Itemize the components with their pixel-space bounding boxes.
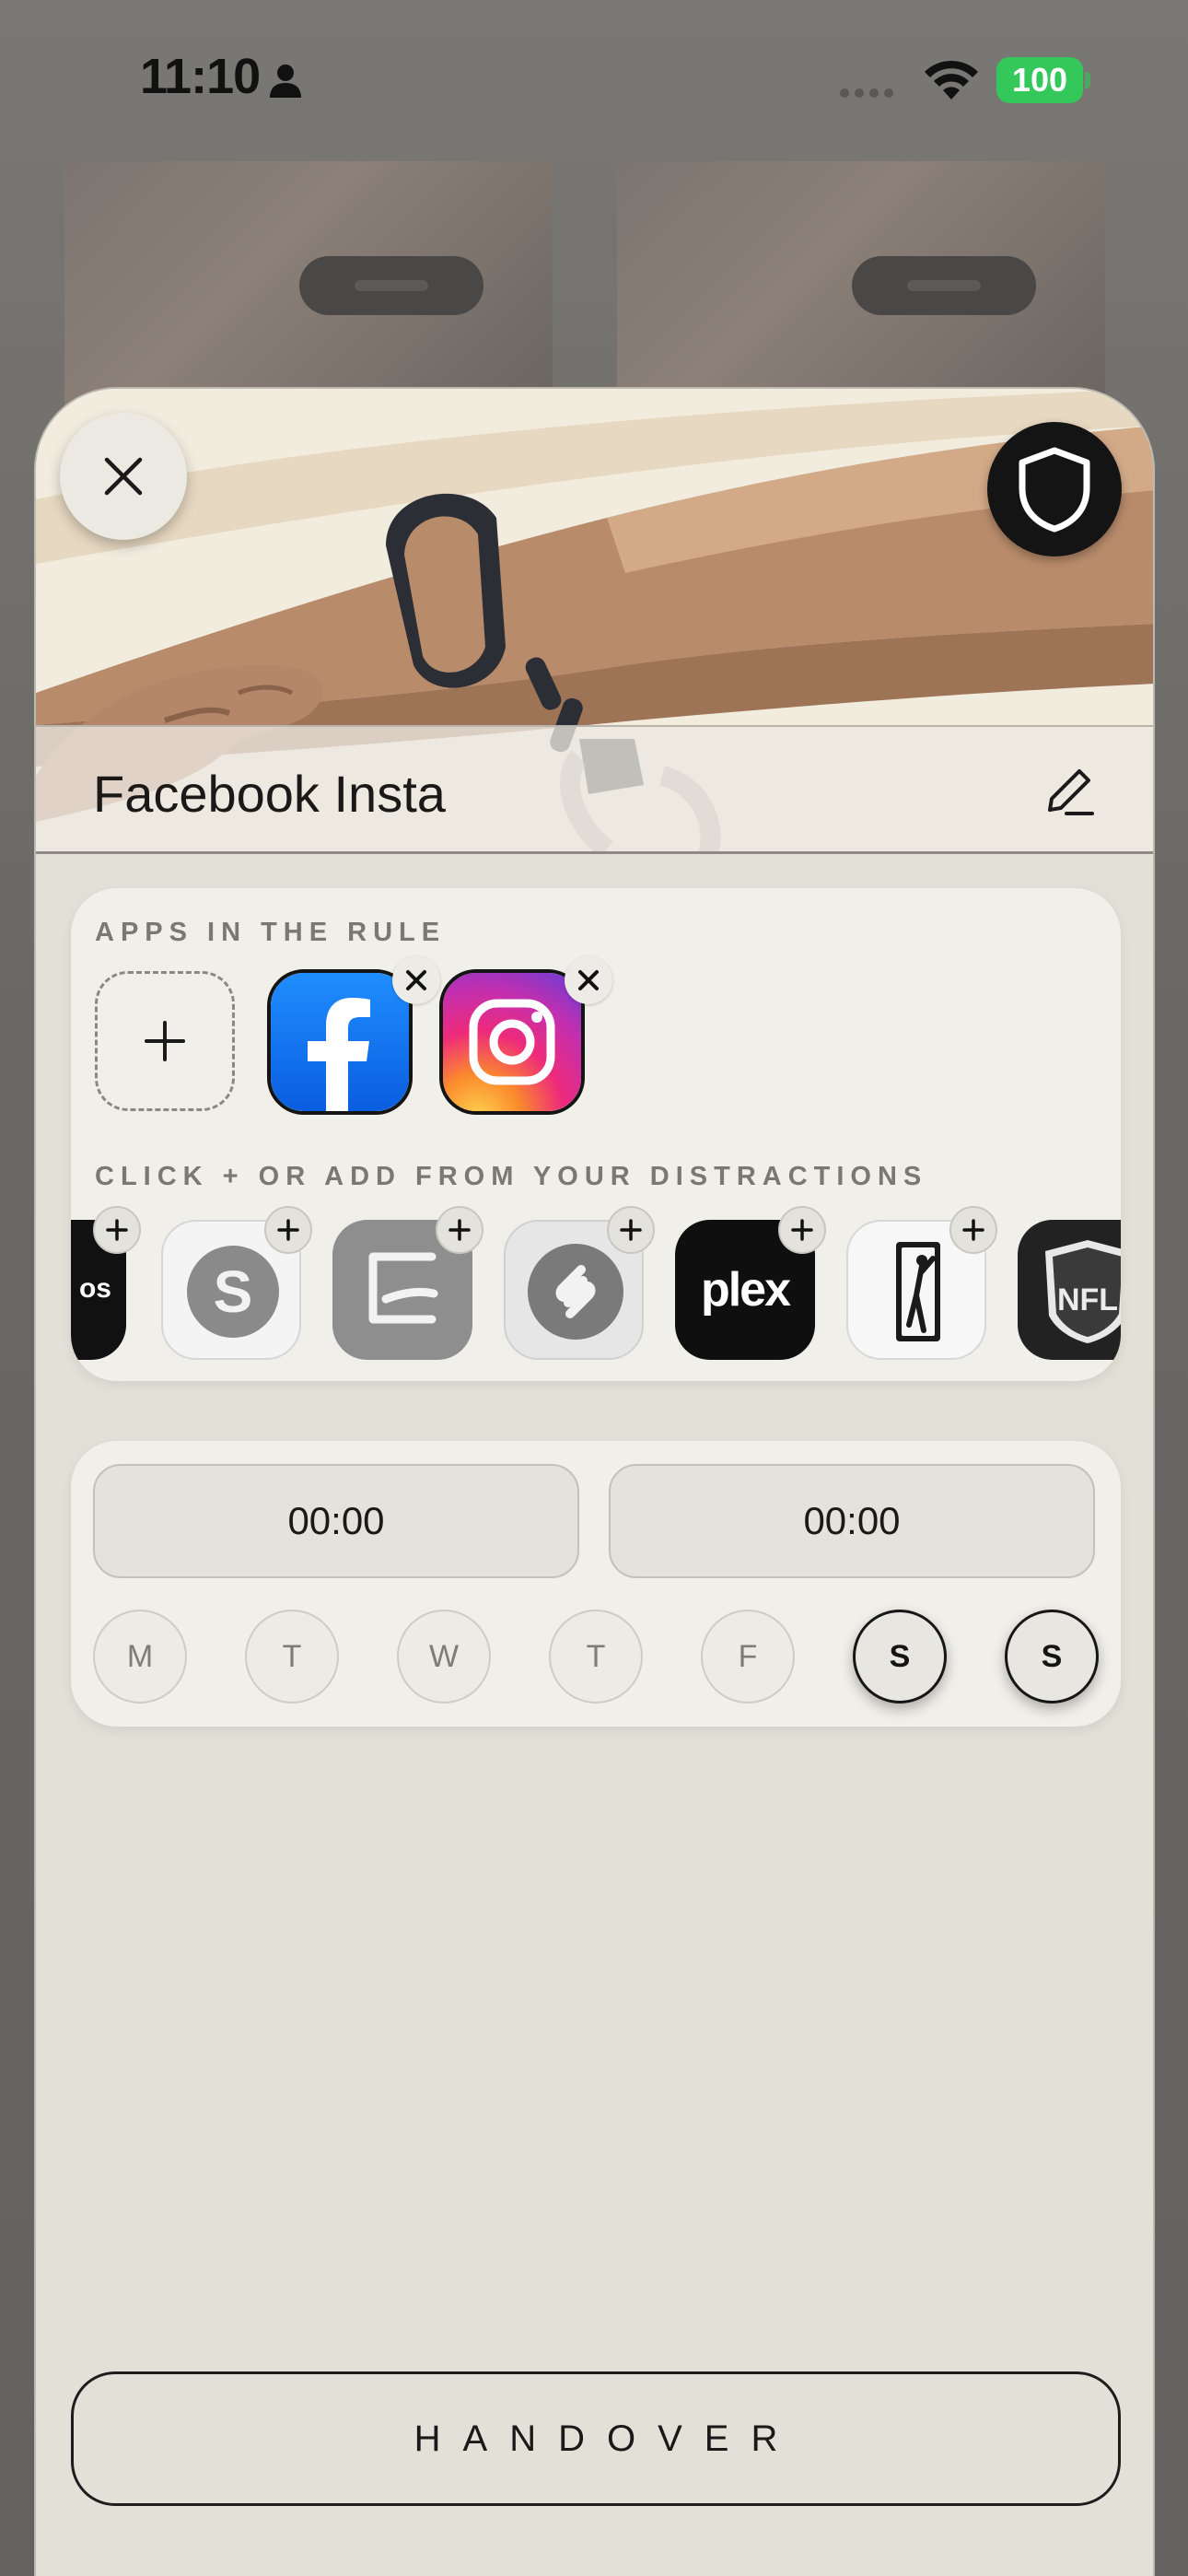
status-bar: 11:10 100 (0, 0, 1188, 157)
handover-button[interactable]: HANDOVER (71, 2371, 1121, 2506)
day-toggle-tuesday[interactable]: T (245, 1610, 339, 1704)
remove-instagram-button[interactable] (565, 956, 612, 1004)
day-toggle-monday[interactable]: M (93, 1610, 187, 1704)
plus-icon (106, 1219, 128, 1241)
add-distraction-button[interactable] (436, 1206, 483, 1254)
background-pill (299, 256, 483, 315)
rule-editor-sheet: Facebook Insta APPS IN THE RULE CLICK + … (34, 387, 1155, 2576)
remove-icon (578, 970, 599, 990)
day-toggle-friday[interactable]: F (701, 1610, 795, 1704)
add-app-button[interactable] (95, 971, 235, 1111)
instagram-app-icon (443, 973, 581, 1111)
add-distraction-button[interactable] (778, 1206, 826, 1254)
plus-icon (791, 1219, 813, 1241)
battery-indicator: 100 (996, 57, 1083, 103)
remove-facebook-button[interactable] (392, 956, 440, 1004)
instagram-app[interactable] (439, 969, 585, 1115)
plus-icon (962, 1219, 984, 1241)
day-toggle-saturday[interactable]: S (853, 1610, 947, 1704)
shield-icon (1019, 447, 1090, 533)
facebook-app-icon (271, 973, 409, 1111)
add-distraction-button[interactable] (607, 1206, 655, 1254)
distractions-label: CLICK + OR ADD FROM YOUR DISTRACTIONS (95, 1162, 928, 1191)
shield-button[interactable] (987, 422, 1122, 556)
nfl-logo-text: NFL (1057, 1282, 1118, 1317)
close-icon (104, 457, 143, 496)
plex-logo-text: plex (700, 1263, 791, 1317)
add-distraction-button[interactable] (949, 1206, 997, 1254)
plus-icon (620, 1219, 642, 1241)
plus-icon (145, 1021, 185, 1061)
rule-title: Facebook Insta (93, 765, 446, 823)
nfl-shield-icon: NFL (1045, 1240, 1121, 1343)
background-pill (852, 256, 1036, 315)
plus-icon (448, 1219, 471, 1241)
day-toggle-sunday[interactable]: S (1005, 1610, 1099, 1704)
day-toggle-thursday[interactable]: T (549, 1610, 643, 1704)
start-time-field[interactable]: 00:00 (93, 1464, 579, 1578)
status-time: 11:10 (140, 49, 261, 104)
remove-icon (406, 970, 426, 990)
day-toggle-wednesday[interactable]: W (397, 1610, 491, 1704)
svg-text:S: S (214, 1259, 253, 1325)
add-distraction-button[interactable] (93, 1206, 141, 1254)
distractions-carousel[interactable]: os S plex NFL (71, 1206, 1121, 1363)
rule-title-bar: Facebook Insta (36, 725, 1153, 854)
battery-cap (1085, 72, 1090, 88)
schedule-card: 00:00 00:00 M T W T F S S (71, 1441, 1121, 1727)
edit-pencil-icon[interactable] (1039, 762, 1098, 821)
person-icon (270, 64, 301, 98)
close-button[interactable] (60, 413, 187, 540)
end-time-field[interactable]: 00:00 (609, 1464, 1095, 1578)
add-distraction-button[interactable] (264, 1206, 312, 1254)
distraction-app-nfl[interactable]: NFL (1018, 1220, 1121, 1360)
photos-app-text: os (78, 1273, 111, 1304)
apps-in-rule-label: APPS IN THE RULE (95, 918, 447, 947)
wifi-icon (925, 60, 978, 100)
cellular-signal-icon (840, 88, 893, 98)
apps-card: APPS IN THE RULE CLICK + OR ADD FROM YOU… (71, 888, 1121, 1381)
plus-icon (277, 1219, 299, 1241)
facebook-app[interactable] (267, 969, 413, 1115)
